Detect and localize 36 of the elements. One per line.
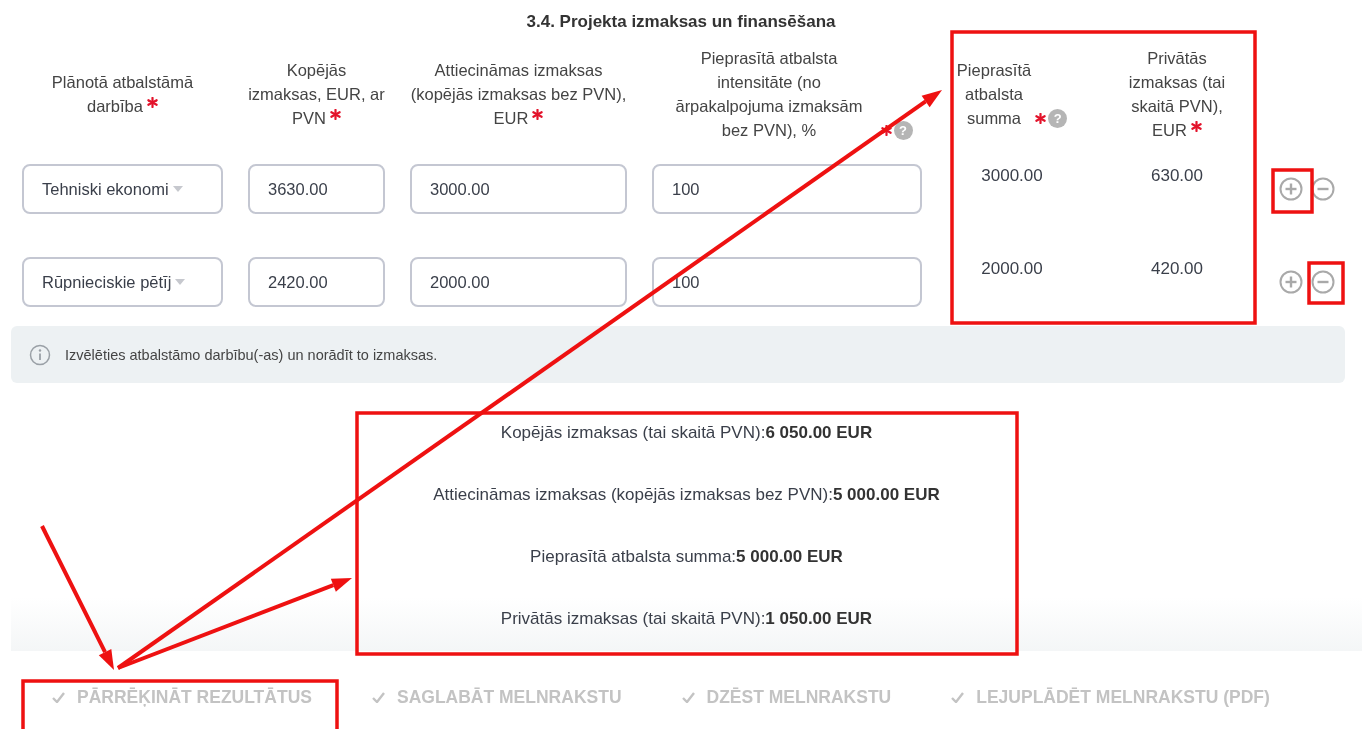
- column-header: Privātās izmaksas (tai skaitā PVN), EUR: [1128, 49, 1226, 139]
- activity-select[interactable]: Tehniski ekonomi: [22, 164, 223, 214]
- check-icon: [371, 692, 385, 703]
- column-header: Attiecināmas izmaksas (kopējās izmaksas bez PVN), EUR: [410, 61, 627, 127]
- computed-value: 2000.00: [981, 259, 1043, 278]
- column-header: Kopējās izmaksas, EUR, ar PVN: [248, 61, 385, 127]
- computed-value: 420.00: [1151, 259, 1203, 278]
- activity-select[interactable]: Rūpnieciskie pētīj: [22, 257, 223, 307]
- add-row-icon[interactable]: [1279, 177, 1303, 201]
- computed-value: 630.00: [1151, 166, 1203, 185]
- input-field[interactable]: 2420.00: [248, 257, 385, 307]
- highlight-frame: [1271, 168, 1314, 214]
- highlight-frame: [1307, 261, 1345, 305]
- info-text: Izvēlēties atbalstāmo darbību(-as) un norādīt to izmaksas.: [65, 346, 438, 363]
- add-row-icon[interactable]: [1279, 270, 1303, 294]
- check-icon: [52, 692, 65, 703]
- remove-row-icon[interactable]: [1311, 177, 1335, 201]
- summary-line: Attiecināmas izmaksas (kopējās izmaksas bez PVN):5 000.00 EUR: [433, 485, 940, 505]
- column-header: Pieprasītā atbalsta intensitāte (no ārpakalpojuma izmaksām bez PVN), %: [674, 48, 864, 141]
- caret-icon: [172, 186, 183, 192]
- input-field[interactable]: 100: [652, 164, 922, 214]
- remove-row-icon[interactable]: [1311, 270, 1335, 294]
- check-icon: [681, 692, 695, 703]
- computed-value: 3000.00: [981, 166, 1043, 185]
- summary-line: Pieprasītā atbalsta summa:5 000.00 EUR: [530, 547, 843, 567]
- column-header: Plānotā atbalstāmā darbība: [51, 73, 194, 115]
- input-field[interactable]: 3630.00: [248, 164, 385, 214]
- column-header: Pieprasītā atbalsta summa: [956, 60, 1032, 129]
- info-icon: [29, 343, 51, 366]
- section-title: 3.4. Projekta izmaksas un finansēšana: [525, 11, 837, 33]
- input-field[interactable]: 2000.00: [410, 257, 627, 307]
- caret-icon: [175, 279, 186, 285]
- summary-line: Kopējās izmaksas (tai skaitā PVN):6 050.00 EUR: [500, 423, 873, 443]
- summary-line: Privātās izmaksas (tai skaitā PVN):1 050.00 EUR: [500, 609, 873, 629]
- input-field[interactable]: 3000.00: [410, 164, 627, 214]
- check-icon: [951, 692, 965, 703]
